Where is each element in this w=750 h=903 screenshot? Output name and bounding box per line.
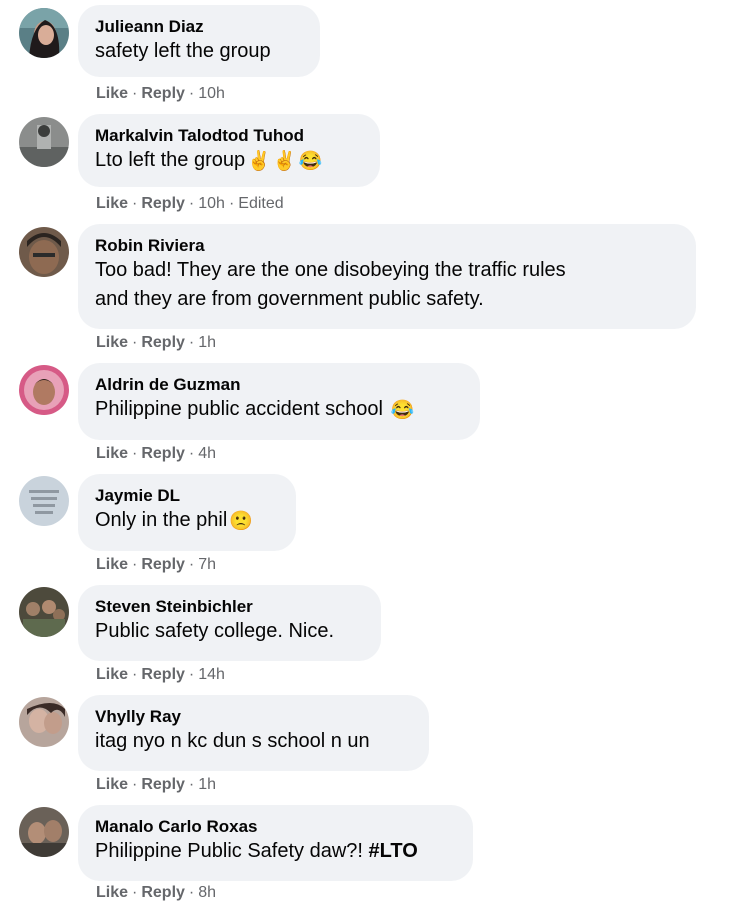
- comment-actions: Like · Reply · 4h: [96, 445, 217, 462]
- comment-author[interactable]: Robin Riviera: [95, 235, 678, 256]
- comment-bubble: Robin Riviera Too bad! They are the one …: [78, 224, 696, 329]
- comment-text-line: Too bad! They are the one disobeying the…: [95, 259, 566, 281]
- avatar[interactable]: [19, 476, 69, 526]
- laughing-tears-emoji: 😂: [390, 400, 415, 421]
- reply-button[interactable]: Reply: [141, 85, 185, 102]
- reply-button[interactable]: Reply: [141, 195, 185, 212]
- comment-time[interactable]: 1h: [198, 334, 216, 351]
- victory-hand-emoji: ✌: [272, 151, 297, 172]
- comment-actions: Like · Reply · 10h: [96, 85, 225, 102]
- avatar[interactable]: [19, 807, 69, 857]
- laughing-tears-emoji: 😂: [298, 151, 323, 172]
- comment-author[interactable]: Aldrin de Guzman: [95, 374, 462, 395]
- avatar[interactable]: [19, 365, 69, 415]
- comment-actions: Like · Reply · 10h · Edited: [96, 195, 284, 212]
- comment-actions: Like · Reply · 7h: [96, 556, 217, 573]
- avatar[interactable]: [19, 697, 69, 747]
- comment-actions: Like · Reply · 8h: [96, 884, 217, 901]
- reply-button[interactable]: Reply: [141, 884, 185, 901]
- victory-hand-emoji: ✌: [247, 151, 271, 172]
- comment-text: itag nyo n kc dun s school n un: [95, 730, 370, 752]
- comment-bubble: Aldrin de Guzman Philippine public accid…: [78, 363, 480, 440]
- comment-author[interactable]: Julieann Diaz: [95, 16, 302, 37]
- comment-author[interactable]: Steven Steinbichler: [95, 596, 363, 617]
- comment-bubble: Steven Steinbichler Public safety colleg…: [78, 585, 381, 661]
- comment-text: Lto left the group ✌ ✌ 😂: [95, 149, 323, 172]
- like-button[interactable]: Like: [96, 195, 128, 212]
- avatar[interactable]: [19, 117, 69, 167]
- avatar[interactable]: [19, 587, 69, 637]
- like-button[interactable]: Like: [96, 334, 128, 351]
- reply-button[interactable]: Reply: [141, 445, 185, 462]
- comment-time[interactable]: 10h: [198, 195, 225, 212]
- like-button[interactable]: Like: [96, 556, 128, 573]
- comment-actions: Like · Reply · 1h: [96, 776, 217, 793]
- comment-text: Philippine Public Safety daw?! #LTO: [95, 840, 418, 862]
- comment-bubble: Julieann Diaz safety left the group: [78, 5, 320, 77]
- comment-time[interactable]: 8h: [198, 884, 216, 901]
- edited-label[interactable]: Edited: [238, 195, 283, 212]
- comment-author[interactable]: Manalo Carlo Roxas: [95, 816, 455, 837]
- like-button[interactable]: Like: [96, 85, 128, 102]
- reply-button[interactable]: Reply: [141, 666, 185, 683]
- comment-text: Philippine public accident school 😂: [95, 398, 415, 421]
- comment-text-line: and they are from government public safe…: [95, 288, 484, 310]
- reply-button[interactable]: Reply: [141, 776, 185, 793]
- comment-bubble: Jaymie DL Only in the phil 🙁: [78, 474, 296, 551]
- comment-bubble: Markalvin Talodtod Tuhod Lto left the gr…: [78, 114, 380, 187]
- avatar[interactable]: [19, 8, 69, 58]
- comment-text: Public safety college. Nice.: [95, 620, 335, 642]
- comment-text: safety left the group: [95, 40, 271, 62]
- comment-time[interactable]: 4h: [198, 445, 216, 462]
- comment-author[interactable]: Vhylly Ray: [95, 706, 411, 727]
- like-button[interactable]: Like: [96, 445, 128, 462]
- avatar[interactable]: [19, 227, 69, 277]
- like-button[interactable]: Like: [96, 776, 128, 793]
- comment-author[interactable]: Markalvin Talodtod Tuhod: [95, 125, 362, 146]
- sad-face-emoji: 🙁: [229, 511, 253, 532]
- comment-text: Only in the phil 🙁: [95, 509, 253, 532]
- like-button[interactable]: Like: [96, 666, 128, 683]
- comment-time[interactable]: 1h: [198, 776, 216, 793]
- comment-time[interactable]: 14h: [198, 666, 225, 683]
- comment-bubble: Vhylly Ray itag nyo n kc dun s school n …: [78, 695, 429, 771]
- comment-time[interactable]: 10h: [198, 85, 225, 102]
- comment-time[interactable]: 7h: [198, 556, 216, 573]
- comment-actions: Like · Reply · 1h: [96, 334, 217, 351]
- comment-bubble: Manalo Carlo Roxas Philippine Public Saf…: [78, 805, 473, 881]
- comment-author[interactable]: Jaymie DL: [95, 485, 278, 506]
- reply-button[interactable]: Reply: [141, 556, 185, 573]
- comment-actions: Like · Reply · 14h: [96, 666, 225, 683]
- reply-button[interactable]: Reply: [141, 334, 185, 351]
- hashtag-link[interactable]: #LTO: [369, 840, 418, 862]
- like-button[interactable]: Like: [96, 884, 128, 901]
